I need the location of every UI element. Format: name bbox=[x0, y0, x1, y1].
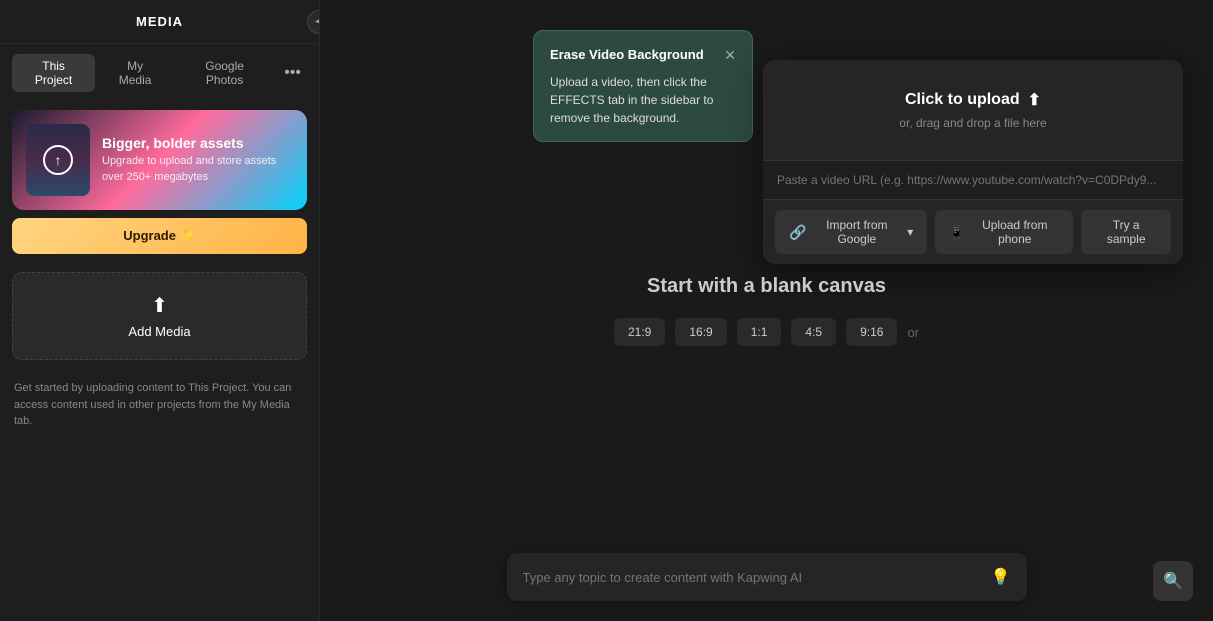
sidebar: MEDIA ◀ This Project My Media Google Pho… bbox=[0, 0, 320, 621]
drag-drop-label: or, drag and drop a file here bbox=[899, 116, 1046, 130]
add-media-button[interactable]: ⬆ Add Media bbox=[12, 272, 307, 360]
tooltip-body: Upload a video, then click the EFFECTS t… bbox=[550, 75, 713, 125]
tab-this-project[interactable]: This Project bbox=[12, 54, 95, 92]
ai-bulb-icon: 💡 bbox=[991, 567, 1011, 587]
upgrade-button[interactable]: Upgrade ✨ bbox=[12, 218, 307, 254]
ratio-16-9[interactable]: 16:9 bbox=[675, 318, 726, 346]
ratio-21-9[interactable]: 21:9 bbox=[614, 318, 665, 346]
sidebar-header: MEDIA ◀ bbox=[0, 0, 319, 44]
tab-google-photos[interactable]: Google Photos bbox=[175, 54, 274, 92]
url-input[interactable] bbox=[763, 161, 1183, 200]
close-icon: ✕ bbox=[724, 47, 736, 63]
more-options-button[interactable]: ••• bbox=[278, 60, 307, 86]
search-fab-button[interactable]: 🔍 bbox=[1153, 561, 1193, 601]
upgrade-thumbnail: ↑ bbox=[26, 124, 90, 196]
chevron-down-icon: ▾ bbox=[907, 225, 913, 239]
blank-canvas-section: Start with a blank canvas 21:9 16:9 1:1 … bbox=[614, 275, 919, 346]
blank-canvas-title: Start with a blank canvas bbox=[647, 275, 886, 298]
phone-icon: 📱 bbox=[949, 225, 964, 239]
ai-topic-input[interactable] bbox=[523, 570, 981, 585]
search-icon: 🔍 bbox=[1163, 571, 1183, 591]
upload-actions-row: 🔗 Import from Google ▾ 📱 Upload from pho… bbox=[763, 200, 1183, 264]
upload-from-phone-button[interactable]: 📱 Upload from phone bbox=[935, 210, 1073, 254]
main-canvas-area: Erase Video Background ✕ Upload a video,… bbox=[320, 0, 1213, 621]
aspect-ratio-row: 21:9 16:9 1:1 4:5 9:16 or bbox=[614, 318, 919, 346]
or-label: or bbox=[907, 325, 919, 340]
upgrade-btn-wrapper: Upgrade ✨ bbox=[12, 218, 307, 254]
upgrade-card: ↑ Bigger, bolder assets Upgrade to uploa… bbox=[12, 110, 307, 210]
click-to-upload-label: Click to upload ⬆ bbox=[905, 90, 1041, 110]
collapse-sidebar-button[interactable]: ◀ bbox=[307, 10, 320, 34]
sidebar-title: MEDIA bbox=[136, 14, 183, 29]
ratio-4-5[interactable]: 4:5 bbox=[791, 318, 836, 346]
erase-background-tooltip: Erase Video Background ✕ Upload a video,… bbox=[533, 30, 753, 142]
upload-drop-zone[interactable]: Click to upload ⬆ or, drag and drop a fi… bbox=[763, 60, 1183, 161]
google-icon: 🔗 bbox=[789, 224, 806, 241]
add-media-upload-icon: ⬆ bbox=[151, 293, 168, 318]
tabs-row: This Project My Media Google Photos ••• bbox=[0, 44, 319, 102]
tooltip-title: Erase Video Background bbox=[550, 45, 704, 65]
ratio-9-16[interactable]: 9:16 bbox=[846, 318, 897, 346]
upgrade-title: Bigger, bolder assets bbox=[102, 135, 293, 151]
import-from-google-button[interactable]: 🔗 Import from Google ▾ bbox=[775, 210, 927, 254]
sidebar-info-text: Get started by uploading content to This… bbox=[0, 368, 319, 442]
more-dots-icon: ••• bbox=[284, 64, 301, 81]
upgrade-text-block: Bigger, bolder assets Upgrade to upload … bbox=[102, 135, 293, 185]
upgrade-description: Upgrade to upload and store assets over … bbox=[102, 154, 293, 185]
upload-icon: ⬆ bbox=[1028, 90, 1041, 110]
tab-my-media[interactable]: My Media bbox=[99, 54, 171, 92]
add-media-label: Add Media bbox=[128, 324, 190, 339]
upload-arrow-icon: ↑ bbox=[43, 145, 73, 175]
upload-panel: Click to upload ⬆ or, drag and drop a fi… bbox=[763, 60, 1183, 264]
ratio-1-1[interactable]: 1:1 bbox=[737, 318, 782, 346]
try-sample-button[interactable]: Try a sample bbox=[1081, 210, 1171, 254]
tooltip-close-button[interactable]: ✕ bbox=[724, 48, 736, 62]
ai-input-bar: 💡 bbox=[507, 553, 1027, 601]
tooltip-header: Erase Video Background ✕ bbox=[550, 45, 736, 65]
